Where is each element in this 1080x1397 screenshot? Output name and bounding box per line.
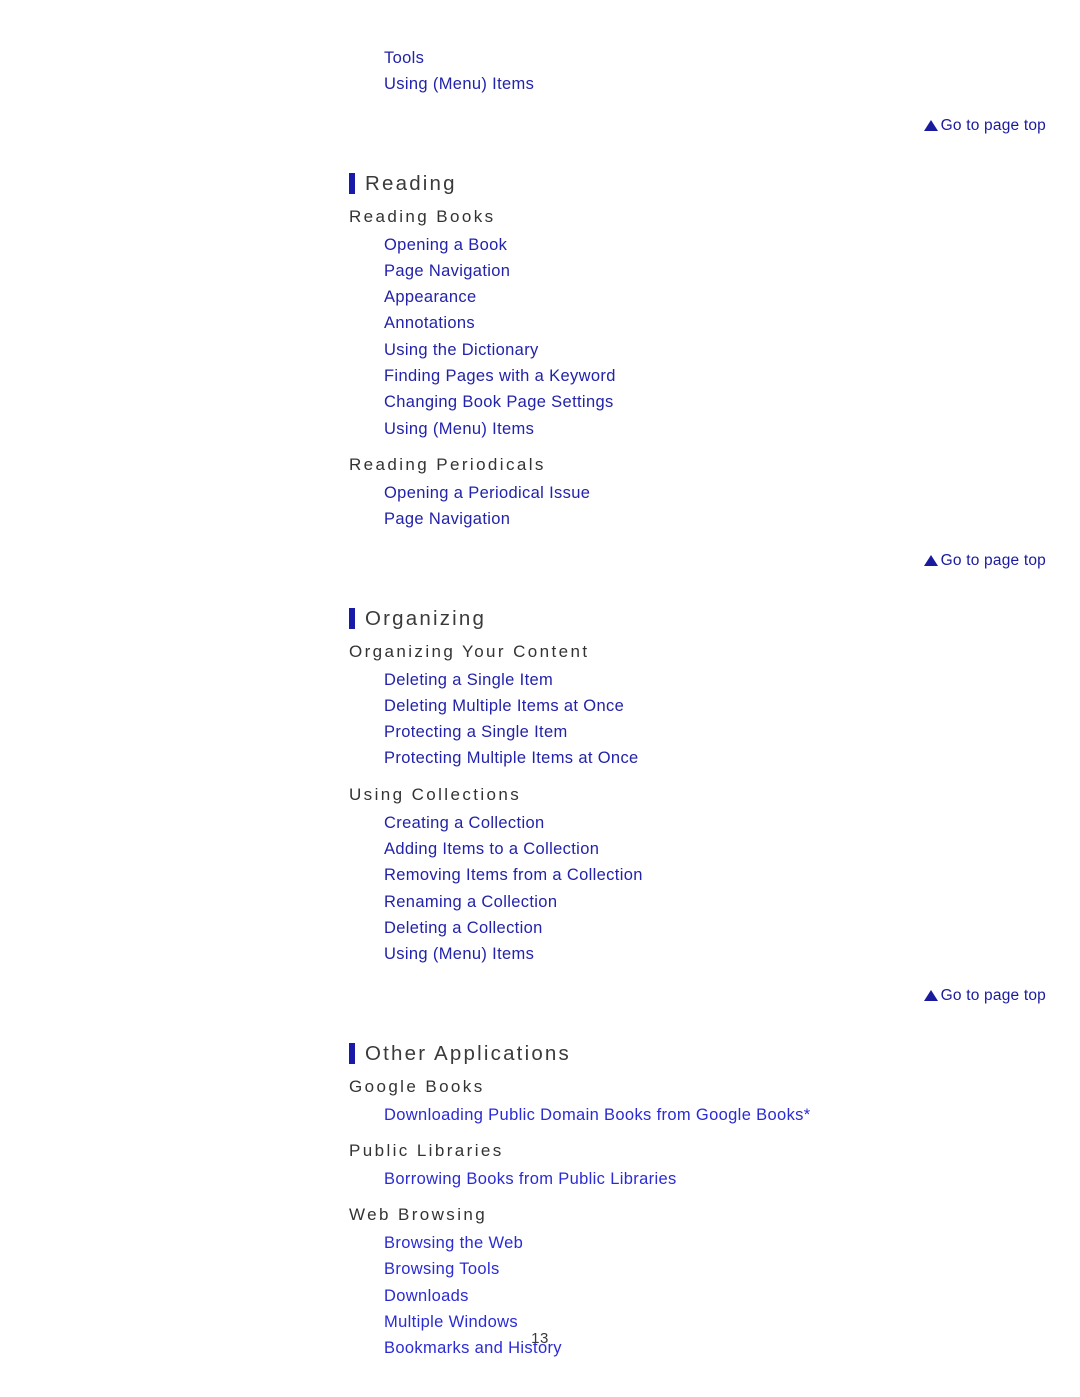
toc-link[interactable]: Deleting a Single Item xyxy=(384,667,1046,693)
toc-link[interactable]: Adding Items to a Collection xyxy=(384,836,1046,862)
subsection-heading: Using Collections xyxy=(349,784,522,804)
go-to-page-top-link[interactable]: Go to page top xyxy=(349,986,1046,1006)
subsection-heading: Reading Periodicals xyxy=(349,454,546,474)
toc-link[interactable]: Annotations xyxy=(384,310,1046,336)
toc-page: Tools Using (Menu) Items Go to page top … xyxy=(0,0,1080,1397)
subsection-heading: Organizing Your Content xyxy=(349,641,590,661)
subsection-heading: Google Books xyxy=(349,1076,485,1096)
toc-link[interactable]: Opening a Periodical Issue xyxy=(384,480,1046,506)
section-heading-organizing: Organizing xyxy=(349,607,1046,631)
toc-link[interactable]: Borrowing Books from Public Libraries xyxy=(384,1166,1046,1192)
triangle-up-icon xyxy=(923,119,938,131)
toc-link[interactable]: Using the Dictionary xyxy=(384,337,1046,363)
toc-link[interactable]: Deleting Multiple Items at Once xyxy=(384,693,1046,719)
go-to-page-top-link[interactable]: Go to page top xyxy=(349,116,1046,136)
section-title: Reading xyxy=(365,171,457,195)
toc-link[interactable]: Using (Menu) Items xyxy=(384,416,1046,442)
go-to-page-top-label: Go to page top xyxy=(940,986,1046,1004)
toc-link[interactable]: Removing Items from a Collection xyxy=(384,862,1046,888)
accent-bar xyxy=(349,173,355,195)
accent-bar xyxy=(349,608,355,630)
go-to-page-top-label: Go to page top xyxy=(940,116,1046,134)
section-heading-reading: Reading xyxy=(349,172,1046,196)
section-title: Other Applications xyxy=(365,1041,571,1065)
go-to-page-top-link[interactable]: Go to page top xyxy=(349,551,1046,571)
subsection-heading: Web Browsing xyxy=(349,1205,488,1225)
toc-link[interactable]: Opening a Book xyxy=(384,232,1046,258)
toc-link[interactable]: Deleting a Collection xyxy=(384,915,1046,941)
toc-link[interactable]: Downloading Public Domain Books from Goo… xyxy=(384,1102,1046,1128)
triangle-up-icon xyxy=(923,554,938,566)
toc-link[interactable]: Page Navigation xyxy=(384,258,1046,284)
page-number: 13 xyxy=(531,1330,549,1347)
triangle-up-icon xyxy=(923,989,938,1001)
toc-content: Tools Using (Menu) Items Go to page top … xyxy=(349,0,1046,1362)
toc-link[interactable]: Using (Menu) Items xyxy=(384,71,1046,97)
continued-link-list: Tools Using (Menu) Items xyxy=(349,0,1046,98)
subsection-heading: Public Libraries xyxy=(349,1140,504,1160)
toc-link[interactable]: Browsing the Web xyxy=(384,1230,1046,1256)
toc-link[interactable]: Using (Menu) Items xyxy=(384,941,1046,967)
toc-link[interactable]: Renaming a Collection xyxy=(384,889,1046,915)
toc-link[interactable]: Changing Book Page Settings xyxy=(384,389,1046,415)
toc-link[interactable]: Creating a Collection xyxy=(384,810,1046,836)
go-to-page-top-label: Go to page top xyxy=(940,551,1046,569)
toc-link[interactable]: Tools xyxy=(384,45,1046,71)
toc-link[interactable]: Protecting a Single Item xyxy=(384,719,1046,745)
toc-link[interactable]: Protecting Multiple Items at Once xyxy=(384,745,1046,771)
toc-link[interactable]: Finding Pages with a Keyword xyxy=(384,363,1046,389)
toc-link[interactable]: Page Navigation xyxy=(384,506,1046,532)
section-title: Organizing xyxy=(365,606,487,630)
section-heading-other-applications: Other Applications xyxy=(349,1042,1046,1066)
toc-link[interactable]: Appearance xyxy=(384,284,1046,310)
subsection-heading: Reading Books xyxy=(349,206,496,226)
toc-link[interactable]: Downloads xyxy=(384,1283,1046,1309)
toc-link[interactable]: Browsing Tools xyxy=(384,1256,1046,1282)
accent-bar xyxy=(349,1043,355,1065)
